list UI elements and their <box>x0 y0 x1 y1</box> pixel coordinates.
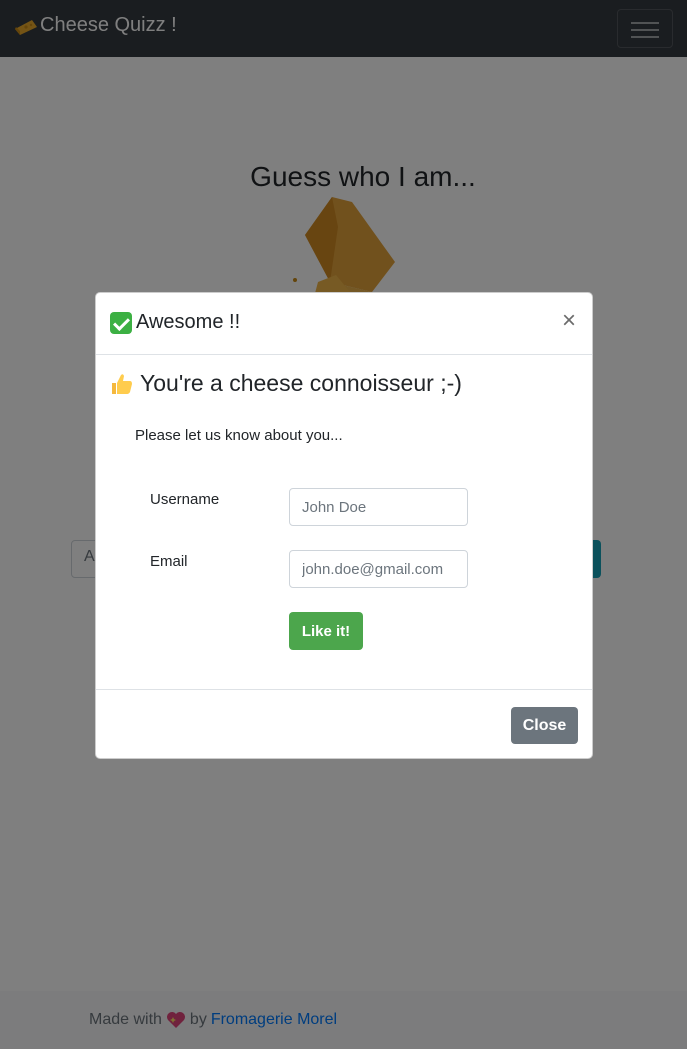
modal-close-icon[interactable]: × <box>562 307 576 335</box>
username-label: Username <box>150 491 220 508</box>
prompt-text: Please let us know about you... <box>135 427 343 444</box>
close-button[interactable]: Close <box>511 707 578 744</box>
username-input[interactable] <box>289 488 468 526</box>
modal-footer: Close <box>96 689 592 758</box>
email-label: Email <box>150 553 188 570</box>
congrats-text: You're a cheese connoisseur ;-) <box>140 370 462 396</box>
modal-body: You're a cheese connoisseur ;-) Please l… <box>96 355 592 689</box>
modal-title: Awesome !! <box>110 311 240 334</box>
like-it-button[interactable]: Like it! <box>289 612 363 650</box>
modal-title-text: Awesome !! <box>136 311 241 333</box>
modal-header: Awesome !! × <box>96 293 592 355</box>
check-mark-icon <box>110 311 132 334</box>
success-modal: Awesome !! × You're a cheese connoisseur… <box>95 292 593 759</box>
thumbs-up-icon <box>112 373 132 394</box>
congrats-heading: You're a cheese connoisseur ;-) <box>110 370 462 397</box>
email-input[interactable] <box>289 550 468 588</box>
